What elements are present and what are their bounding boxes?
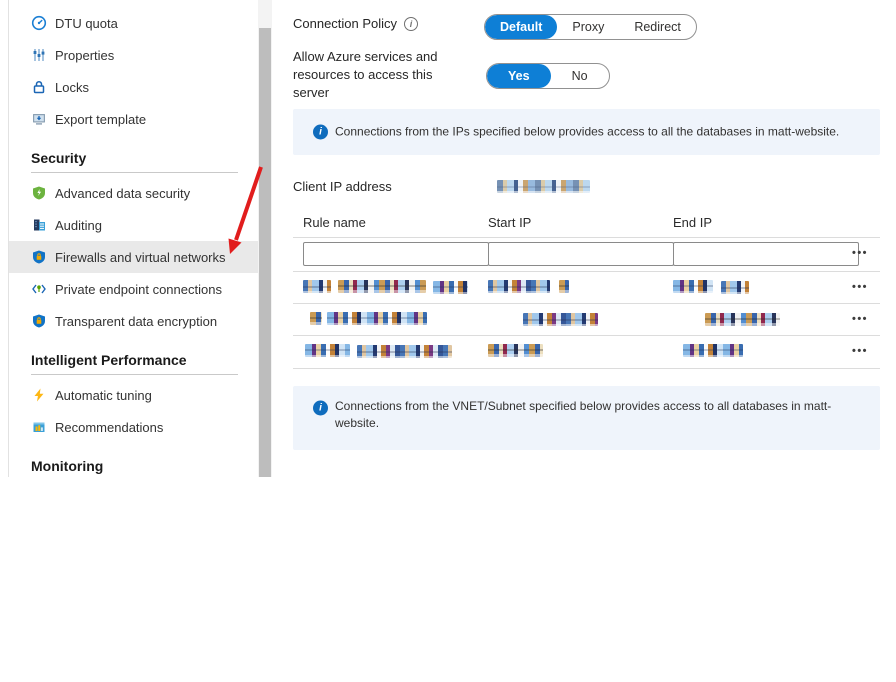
audit-log-icon xyxy=(31,217,47,233)
sidebar-item-recommendations[interactable]: Recommendations xyxy=(9,411,258,443)
redacted-rule-name xyxy=(303,280,331,293)
sliders-icon xyxy=(31,47,47,63)
sidebar-item-label: Advanced data security xyxy=(55,186,190,201)
info-icon: i xyxy=(313,125,328,140)
table-divider xyxy=(293,237,880,238)
row-menu-ellipsis-icon[interactable]: ••• xyxy=(846,313,874,325)
sidebar-item-label: Transparent data encryption xyxy=(55,314,217,329)
info-glyph: i xyxy=(319,403,322,414)
section-divider xyxy=(31,172,238,173)
connection-policy-toggle: Default Proxy Redirect xyxy=(484,14,697,40)
sidebar-item-label: Auditing xyxy=(55,218,102,233)
info-glyph: i xyxy=(410,19,413,29)
shield-check-icon xyxy=(31,185,47,201)
lock-icon xyxy=(31,79,47,95)
section-divider xyxy=(31,374,238,375)
redacted-rule-name xyxy=(357,345,452,358)
row-menu-ellipsis-icon[interactable]: ••• xyxy=(846,281,874,293)
sidebar-item-dtu-quota[interactable]: DTU quota xyxy=(9,7,258,39)
sidebar-item-label: Automatic tuning xyxy=(55,388,152,403)
redacted-rule-name xyxy=(327,312,427,325)
sidebar-item-advanced-data-security[interactable]: Advanced data security xyxy=(9,177,258,209)
sidebar-scrollbar-track[interactable] xyxy=(258,0,272,477)
info-icon: i xyxy=(313,401,328,416)
private-endpoint-icon xyxy=(31,281,47,297)
sidebar-item-label: Properties xyxy=(55,48,114,63)
redacted-rule-name xyxy=(338,280,426,293)
redacted-end-ip xyxy=(705,313,780,326)
lightning-icon xyxy=(31,387,47,403)
info-glyph: i xyxy=(319,127,322,138)
sidebar-item-label: Recommendations xyxy=(55,420,163,435)
redacted-start-ip xyxy=(488,344,543,357)
sidebar-item-label: Private endpoint connections xyxy=(55,282,222,297)
sidebar-scrollbar-thumb[interactable] xyxy=(259,28,271,477)
allow-azure-option-no[interactable]: No xyxy=(551,64,609,88)
gauge-icon xyxy=(31,15,47,31)
redacted-end-ip xyxy=(673,280,713,293)
connection-policy-option-proxy[interactable]: Proxy xyxy=(557,15,619,39)
info-banner-text: Connections from the IPs specified below… xyxy=(335,124,840,141)
column-header-end-ip: End IP xyxy=(673,215,712,230)
column-header-rule-name: Rule name xyxy=(303,215,366,230)
connection-policy-label: Connection Policy xyxy=(293,16,397,31)
sidebar-item-private-endpoint-connections[interactable]: Private endpoint connections xyxy=(9,273,258,305)
info-banner-text: Connections from the VNET/Subnet specifi… xyxy=(335,398,840,432)
connection-policy-option-default[interactable]: Default xyxy=(485,15,557,39)
redacted-end-ip xyxy=(683,344,743,357)
sidebar-item-label: Export template xyxy=(55,112,146,127)
column-header-start-ip: Start IP xyxy=(488,215,531,230)
info-banner-ips: i Connections from the IPs specified bel… xyxy=(293,109,880,155)
sidebar-section-monitoring: Monitoring xyxy=(9,456,258,476)
end-ip-input[interactable] xyxy=(673,242,859,266)
table-divider xyxy=(293,271,880,272)
table-divider xyxy=(293,303,880,304)
resource-menu-sidebar: DTU quota Properties Locks Export templa… xyxy=(8,0,258,477)
sidebar-item-firewalls-and-virtual-networks[interactable]: Firewalls and virtual networks xyxy=(9,241,258,273)
client-ip-address-label: Client IP address xyxy=(293,179,392,194)
sidebar-item-automatic-tuning[interactable]: Automatic tuning xyxy=(9,379,258,411)
sidebar-item-label: Firewalls and virtual networks xyxy=(55,250,226,265)
redacted-rule-name xyxy=(310,312,322,325)
redacted-start-ip xyxy=(488,280,550,293)
sidebar-item-properties[interactable]: Properties xyxy=(9,39,258,71)
info-banner-vnet: i Connections from the VNET/Subnet speci… xyxy=(293,386,880,450)
export-template-icon xyxy=(31,111,47,127)
allow-azure-services-toggle: Yes No xyxy=(486,63,610,89)
start-ip-input[interactable] xyxy=(488,242,674,266)
connection-policy-row: Connection Policy i xyxy=(293,16,418,31)
sidebar-item-auditing[interactable]: Auditing xyxy=(9,209,258,241)
sidebar-section-security: Security xyxy=(9,148,258,168)
redacted-start-ip xyxy=(559,280,569,293)
sidebar-item-export-template[interactable]: Export template xyxy=(9,103,258,135)
row-menu-ellipsis-icon[interactable]: ••• xyxy=(846,345,874,357)
info-tooltip-icon[interactable]: i xyxy=(404,17,418,31)
sidebar-item-transparent-data-encryption[interactable]: Transparent data encryption xyxy=(9,305,258,337)
allow-azure-services-label: Allow Azure services and resources to ac… xyxy=(293,48,463,102)
sidebar-item-locks[interactable]: Locks xyxy=(9,71,258,103)
sidebar-item-label: DTU quota xyxy=(55,16,118,31)
sidebar-item-label: Locks xyxy=(55,80,89,95)
redacted-end-ip xyxy=(721,281,749,294)
client-ip-redacted-value xyxy=(497,180,590,193)
recommendations-icon xyxy=(31,419,47,435)
azure-firewall-settings-page: DTU quota Properties Locks Export templa… xyxy=(0,0,896,682)
redacted-rule-name xyxy=(433,281,468,294)
table-divider xyxy=(293,335,880,336)
shield-lock-icon xyxy=(31,249,47,265)
allow-azure-option-yes[interactable]: Yes xyxy=(487,64,551,88)
table-divider xyxy=(293,368,880,369)
row-menu-ellipsis-icon[interactable]: ••• xyxy=(846,247,874,259)
firewall-settings-panel: Connection Policy i Default Proxy Redire… xyxy=(293,0,880,477)
connection-policy-option-redirect[interactable]: Redirect xyxy=(619,15,696,39)
rule-name-input[interactable] xyxy=(303,242,489,266)
shield-lock-icon xyxy=(31,313,47,329)
redacted-rule-name xyxy=(305,344,350,357)
redacted-start-ip xyxy=(523,313,598,326)
sidebar-section-intelligent-performance: Intelligent Performance xyxy=(9,350,258,370)
